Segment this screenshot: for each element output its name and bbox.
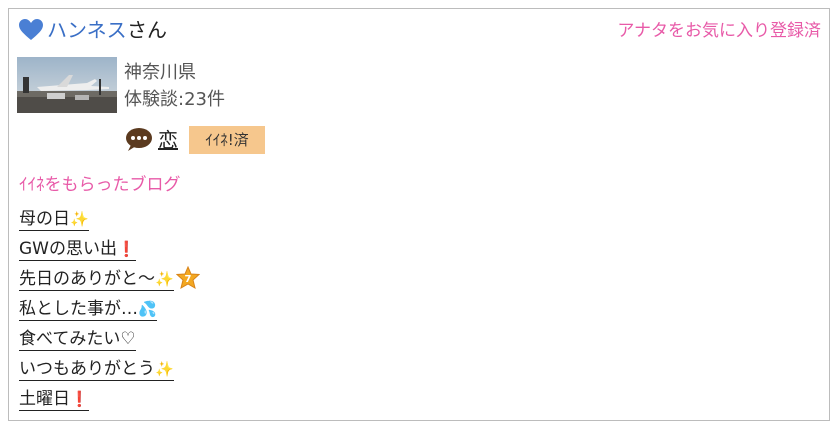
category-link[interactable]: 恋 [158,127,178,153]
svg-text:7: 7 [184,274,191,285]
favorite-status: アナタをお気に入り登録済 [617,21,821,41]
blog-title: 私とした事が… [19,299,138,319]
blog-title: 食べてみたい♡ [19,329,136,349]
user-card: ハンネス さん アナタをお気に入り登録済 神奈川県 体験談:23件 恋 ｲｲﾈ!… [8,8,830,421]
list-item: 私とした事が…💦 [19,295,200,325]
sweat-droplets-icon: 💦 [138,300,157,318]
list-item: 土曜日❗ [19,385,200,415]
blog-link[interactable]: 食べてみたい♡ [19,329,136,351]
blog-title: GWの思い出 [19,239,117,259]
prefecture: 神奈川県 [124,62,196,83]
blog-link[interactable]: 土曜日❗ [19,389,89,411]
heavy-exclamation-icon: ❗ [116,240,136,258]
blue-heart-icon [19,19,43,40]
blog-link[interactable]: 私とした事が…💦 [19,299,157,321]
blog-link[interactable]: いつもありがとう✨ [19,359,174,381]
blog-title: いつもありがとう [19,359,155,379]
user-name-suffix: さん [127,18,167,42]
blog-list: 母の日✨ GWの思い出❗ 先日のありがと〜✨ 7 私とした事が…💦 食べてみたい♡… [19,205,200,415]
sparkles-icon: ✨ [155,360,174,378]
profile-photo[interactable] [17,57,117,113]
blog-title: 土曜日 [19,389,70,409]
iine-status-badge: ｲｲﾈ!済 [189,126,265,154]
list-item: 母の日✨ [19,205,200,235]
user-name-link[interactable]: ハンネス [47,17,127,43]
heavy-exclamation-icon: ❗ [70,390,89,408]
blog-title: 母の日 [19,209,70,229]
list-item: いつもありがとう✨ [19,355,200,385]
number-seven-badge-icon: 7 [175,265,200,290]
blog-link[interactable]: GWの思い出❗ [19,239,136,261]
list-item: GWの思い出❗ [19,235,200,265]
list-item: 先日のありがと〜✨ 7 [19,265,200,295]
sparkles-icon: ✨ [155,270,174,288]
section-title: ｲｲﾈをもらったブログ [19,175,181,195]
speech-bubble-icon [126,128,152,151]
blog-link[interactable]: 先日のありがと〜✨ [19,269,174,291]
list-item: 食べてみたい♡ [19,325,200,355]
blog-title: 先日のありがと〜 [19,269,155,289]
experience-count: 体験談:23件 [124,89,225,110]
blog-link[interactable]: 母の日✨ [19,209,89,231]
sparkles-icon: ✨ [70,210,89,228]
airport-photo-image [17,57,117,113]
